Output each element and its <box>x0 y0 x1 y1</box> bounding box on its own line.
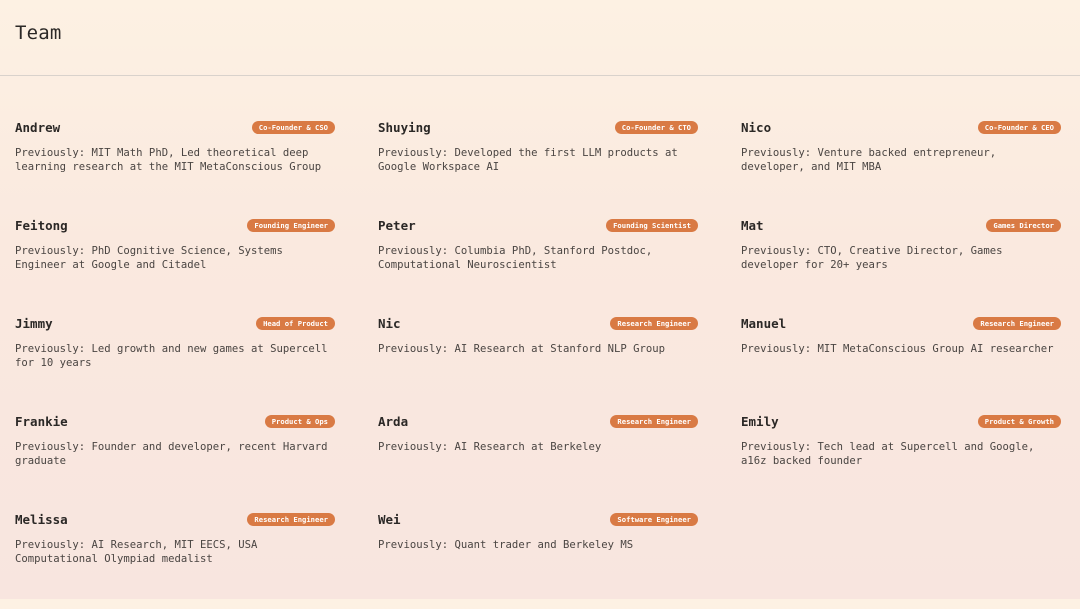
member-name: Andrew <box>15 119 61 135</box>
card-header: Mat Games Director <box>741 217 1061 233</box>
member-bio: Previously: AI Research at Berkeley <box>378 441 602 453</box>
role-badge: Head of Product <box>256 316 335 330</box>
member-bio: Previously: MIT Math PhD, Led theoretica… <box>15 147 322 173</box>
team-member-card: Peter Founding Scientist Previously: Col… <box>378 217 698 315</box>
team-member-card: Melissa Research Engineer Previously: AI… <box>15 511 335 609</box>
member-bio: Previously: Columbia PhD, Stanford Postd… <box>378 245 653 271</box>
member-bio: Previously: Quant trader and Berkeley MS <box>378 539 634 551</box>
member-name: Nic <box>378 315 401 331</box>
member-name: Wei <box>378 511 401 527</box>
role-badge: Product & Ops <box>264 414 335 428</box>
card-header: Frankie Product & Ops <box>15 413 335 429</box>
team-member-card: Manuel Research Engineer Previously: MIT… <box>741 315 1061 413</box>
role-badge: Research Engineer <box>973 316 1061 330</box>
card-header: Wei Software Engineer <box>378 511 698 527</box>
role-badge: Founding Engineer <box>247 218 335 232</box>
member-bio: Previously: Led growth and new games at … <box>15 343 328 369</box>
member-name: Shuying <box>378 119 431 135</box>
role-badge: Research Engineer <box>610 316 698 330</box>
role-badge: Co-Founder & CTO <box>614 120 698 134</box>
member-name: Nico <box>741 119 772 135</box>
member-name: Frankie <box>15 413 68 429</box>
member-bio: Previously: CTO, Creative Director, Game… <box>741 245 1003 271</box>
member-bio: Previously: AI Research at Stanford NLP … <box>378 343 666 355</box>
team-member-card: Arda Research Engineer Previously: AI Re… <box>378 413 698 511</box>
role-badge: Software Engineer <box>610 512 698 526</box>
member-name: Emily <box>741 413 779 429</box>
card-header: Jimmy Head of Product <box>15 315 335 331</box>
team-member-card: Nic Research Engineer Previously: AI Res… <box>378 315 698 413</box>
role-badge: Research Engineer <box>247 512 335 526</box>
member-bio: Previously: MIT MetaConscious Group AI r… <box>741 343 1054 355</box>
member-name: Manuel <box>741 315 787 331</box>
role-badge: Co-Founder & CEO <box>977 120 1061 134</box>
member-bio: Previously: PhD Cognitive Science, Syste… <box>15 245 283 271</box>
card-header: Nic Research Engineer <box>378 315 698 331</box>
team-grid: Andrew Co-Founder & CSO Previously: MIT … <box>15 119 1061 609</box>
card-header: Andrew Co-Founder & CSO <box>15 119 335 135</box>
team-member-card: Wei Software Engineer Previously: Quant … <box>378 511 698 609</box>
role-badge: Co-Founder & CSO <box>251 120 335 134</box>
card-header: Manuel Research Engineer <box>741 315 1061 331</box>
member-bio: Previously: Founder and developer, recen… <box>15 441 328 467</box>
role-badge: Games Director <box>986 218 1061 232</box>
member-bio: Previously: Tech lead at Supercell and G… <box>741 441 1035 467</box>
team-member-card: Mat Games Director Previously: CTO, Crea… <box>741 217 1061 315</box>
card-header: Peter Founding Scientist <box>378 217 698 233</box>
card-header: Melissa Research Engineer <box>15 511 335 527</box>
member-name: Mat <box>741 217 764 233</box>
role-badge: Founding Scientist <box>606 218 698 232</box>
role-badge: Research Engineer <box>610 414 698 428</box>
member-name: Arda <box>378 413 409 429</box>
member-bio: Previously: AI Research, MIT EECS, USA C… <box>15 539 258 565</box>
team-member-card: Andrew Co-Founder & CSO Previously: MIT … <box>15 119 335 217</box>
team-member-card: Feitong Founding Engineer Previously: Ph… <box>15 217 335 315</box>
card-header: Arda Research Engineer <box>378 413 698 429</box>
card-header: Feitong Founding Engineer <box>15 217 335 233</box>
team-member-card: Emily Product & Growth Previously: Tech … <box>741 413 1061 511</box>
page-title: Team <box>15 22 62 44</box>
role-badge: Product & Growth <box>977 414 1061 428</box>
card-header: Emily Product & Growth <box>741 413 1061 429</box>
team-member-card: Shuying Co-Founder & CTO Previously: Dev… <box>378 119 698 217</box>
team-member-card: Jimmy Head of Product Previously: Led gr… <box>15 315 335 413</box>
card-header: Shuying Co-Founder & CTO <box>378 119 698 135</box>
team-member-card: Frankie Product & Ops Previously: Founde… <box>15 413 335 511</box>
member-name: Peter <box>378 217 416 233</box>
card-header: Nico Co-Founder & CEO <box>741 119 1061 135</box>
member-bio: Previously: Developed the first LLM prod… <box>378 147 678 173</box>
member-name: Melissa <box>15 511 68 527</box>
member-name: Jimmy <box>15 315 53 331</box>
page-header: Team <box>0 0 1080 76</box>
member-name: Feitong <box>15 217 68 233</box>
member-bio: Previously: Venture backed entrepreneur,… <box>741 147 997 173</box>
team-member-card: Nico Co-Founder & CEO Previously: Ventur… <box>741 119 1061 217</box>
